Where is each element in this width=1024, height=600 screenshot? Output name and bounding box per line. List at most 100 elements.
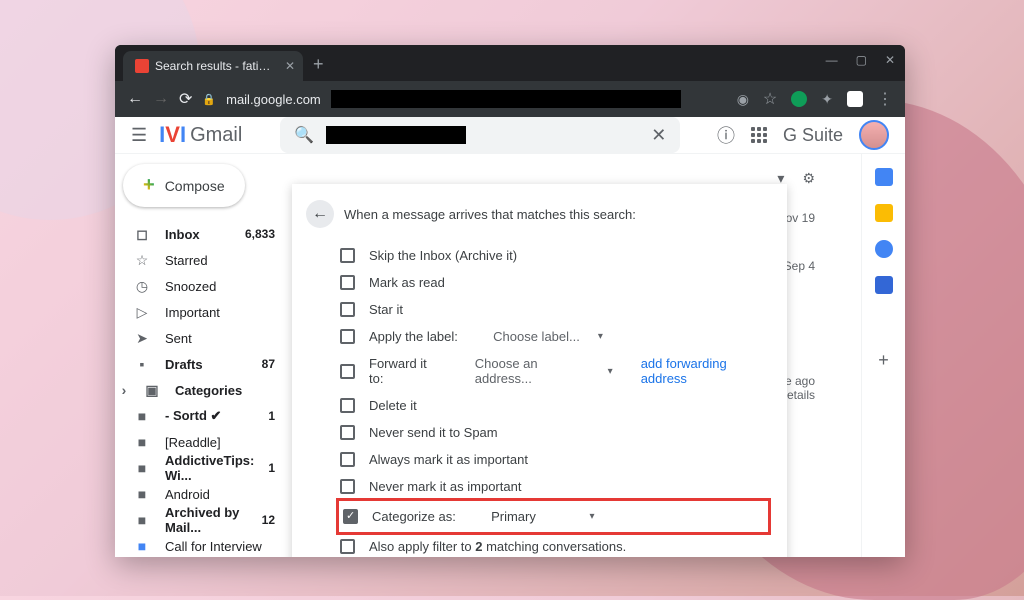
address-dropdown[interactable]: Choose an address... (475, 356, 590, 386)
extensions-puzzle-icon[interactable]: ✦ (821, 91, 833, 108)
maximize-button[interactable]: ▢ (856, 53, 867, 67)
label-icon: ■ (133, 408, 151, 424)
search-icon: 🔍 (294, 125, 314, 145)
lock-icon[interactable]: 🔒 (202, 93, 216, 106)
calendar-icon[interactable] (875, 168, 893, 186)
label-icon: ■ (133, 460, 151, 476)
sidebar-item-call[interactable]: ■Call for Interview (115, 533, 285, 557)
drafts-icon: ▪ (133, 356, 151, 372)
checkbox[interactable] (340, 275, 355, 290)
checkbox[interactable] (340, 398, 355, 413)
gmail-header: ☰ IVI Gmail 🔍 ✕ ⓘ G Suite (115, 117, 905, 154)
sidebar-item-addictive[interactable]: ■AddictiveTips: Wi...1 (115, 455, 285, 481)
sidebar-item-archived[interactable]: ■Archived by Mail...12 (115, 507, 285, 533)
filter-opt-star[interactable]: Star it (306, 296, 767, 323)
tasks-icon[interactable] (875, 240, 893, 258)
add-forwarding-link[interactable]: add forwarding address (641, 356, 767, 386)
bookmark-star-icon[interactable]: ☆ (763, 89, 777, 109)
checkbox[interactable] (340, 539, 355, 554)
category-dropdown[interactable]: Primary (491, 509, 536, 524)
add-addon-icon[interactable]: + (878, 350, 889, 371)
gmail-app: ☰ IVI Gmail 🔍 ✕ ⓘ G Suite + Compos (115, 117, 905, 557)
browser-window: Search results - fatima@addicti... ✕ + —… (115, 45, 905, 557)
gsuite-logo: G Suite (783, 125, 843, 146)
sidebar-item-important[interactable]: ▷Important (115, 299, 285, 325)
compose-button[interactable]: + Compose (123, 164, 245, 207)
sidebar-item-inbox[interactable]: ◻Inbox6,833 (115, 221, 285, 247)
checkbox[interactable] (340, 425, 355, 440)
checkbox[interactable] (340, 479, 355, 494)
minimize-button[interactable]: — (826, 53, 838, 67)
checkbox[interactable] (340, 248, 355, 263)
checkbox[interactable] (340, 364, 355, 379)
gmail-m-icon: IVI (159, 122, 186, 148)
sidebar-item-sortd[interactable]: ■- Sortd ✔1 (115, 403, 285, 429)
address-bar: ← → ⟳ 🔒 mail.google.com ◉ ☆ ✦ ⋮ (115, 81, 905, 117)
support-icon[interactable]: ⓘ (717, 122, 735, 148)
filter-opt-categorize[interactable]: Categorize as: Primary ▾ (339, 503, 768, 530)
label-icon: ■ (133, 538, 151, 554)
settings-gear-icon[interactable]: ⚙ (802, 170, 815, 187)
filter-opt-skip-inbox[interactable]: Skip the Inbox (Archive it) (306, 242, 767, 269)
new-tab-button[interactable]: + (313, 54, 324, 75)
chevron-down-icon: ▾ (598, 331, 603, 342)
keep-icon[interactable] (875, 204, 893, 222)
sidebar-item-android[interactable]: ■Android (115, 481, 285, 507)
filter-opt-label[interactable]: Apply the label: Choose label...▾ (306, 323, 767, 350)
filter-opt-never-important[interactable]: Never mark it as important (306, 473, 767, 500)
filter-opt-delete[interactable]: Delete it (306, 392, 767, 419)
account-avatar[interactable] (859, 120, 889, 150)
categories-icon: ▣ (143, 382, 161, 399)
reload-button[interactable]: ⟳ (179, 89, 192, 109)
filter-heading: When a message arrives that matches this… (344, 207, 636, 222)
eye-icon[interactable]: ◉ (737, 91, 749, 108)
main-menu-icon[interactable]: ☰ (131, 125, 147, 146)
chevron-down-icon: ▾ (590, 511, 595, 522)
compose-label: Compose (165, 178, 225, 194)
gmail-logo[interactable]: IVI Gmail (159, 122, 242, 148)
chevron-right-icon: › (119, 382, 129, 398)
checkbox[interactable] (340, 302, 355, 317)
filter-opt-also-apply[interactable]: Also apply filter to 2 matching conversa… (306, 533, 767, 557)
forward-button[interactable]: → (153, 90, 169, 108)
chevron-down-icon: ▾ (608, 366, 613, 377)
search-input[interactable]: 🔍 ✕ (280, 117, 680, 153)
url-text[interactable]: mail.google.com (226, 92, 321, 107)
sidebar-item-categories[interactable]: ›▣Categories (115, 377, 285, 403)
checkbox-checked[interactable] (343, 509, 358, 524)
back-button[interactable]: ← (306, 200, 334, 228)
browser-tab[interactable]: Search results - fatima@addicti... ✕ (123, 51, 303, 81)
label-icon: ■ (133, 512, 151, 528)
gmail-brand-text: Gmail (190, 124, 242, 147)
sent-icon: ➤ (133, 330, 151, 347)
back-button[interactable]: ← (127, 90, 143, 108)
label-dropdown[interactable]: Choose label... (493, 329, 580, 344)
filter-panel: ← When a message arrives that matches th… (292, 184, 787, 557)
checkbox[interactable] (340, 452, 355, 467)
side-panel: + (861, 154, 905, 557)
filter-opt-always-important[interactable]: Always mark it as important (306, 446, 767, 473)
label-icon: ■ (133, 486, 151, 502)
clear-search-icon[interactable]: ✕ (651, 125, 666, 146)
addon-icon[interactable] (875, 276, 893, 294)
close-window-button[interactable]: ✕ (885, 53, 895, 67)
filter-opt-forward[interactable]: Forward it to: Choose an address...▾add … (306, 350, 767, 392)
filter-opt-mark-read[interactable]: Mark as read (306, 269, 767, 296)
sidebar-item-drafts[interactable]: ▪Drafts87 (115, 351, 285, 377)
sidebar-item-sent[interactable]: ➤Sent (115, 325, 285, 351)
filter-opt-never-spam[interactable]: Never send it to Spam (306, 419, 767, 446)
search-query-redacted (326, 126, 466, 144)
browser-menu-icon[interactable]: ⋮ (877, 89, 893, 109)
checkbox[interactable] (340, 329, 355, 344)
close-tab-icon[interactable]: ✕ (285, 59, 295, 73)
important-icon: ▷ (133, 304, 151, 321)
sidebar: + Compose ◻Inbox6,833 ☆Starred ◷Snoozed … (115, 154, 285, 557)
extension-icon-2[interactable] (847, 91, 863, 107)
google-apps-icon[interactable] (751, 127, 767, 143)
sidebar-item-snoozed[interactable]: ◷Snoozed (115, 273, 285, 299)
url-redacted (331, 90, 681, 108)
sidebar-item-starred[interactable]: ☆Starred (115, 247, 285, 273)
extension-icon[interactable] (791, 91, 807, 107)
sidebar-item-readdle[interactable]: ■[Readdle] (115, 429, 285, 455)
label-icon: ■ (133, 434, 151, 450)
